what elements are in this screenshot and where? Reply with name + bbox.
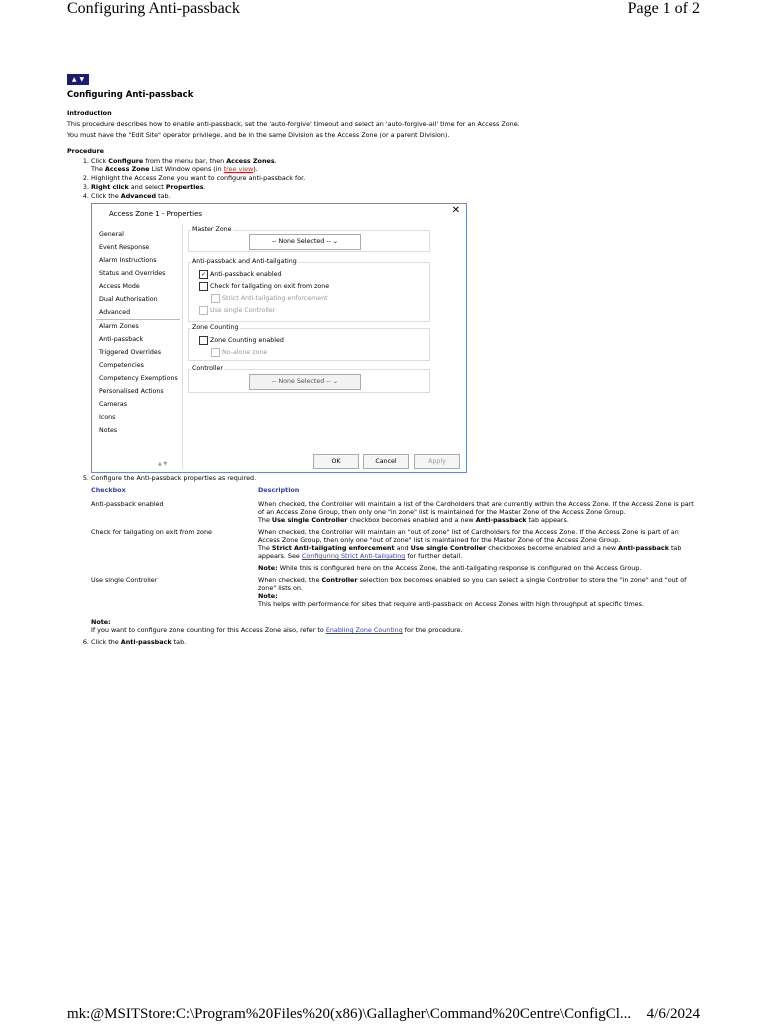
procedure-steps: Click Configure from the menu bar, then … <box>67 157 701 482</box>
zone-counting-note: Note: If you want to configure zone coun… <box>91 618 463 634</box>
anti-passback-group: Anti-passback and Anti-tailgating ✓ Anti-… <box>188 258 430 322</box>
cancel-button[interactable]: Cancel <box>363 454 409 469</box>
property-page-item[interactable]: Triggered Overrides <box>96 346 180 359</box>
table-header: Checkbox <box>91 486 126 494</box>
property-page-item[interactable]: Competencies <box>96 359 180 372</box>
page-header-title: Configuring Anti-passback <box>67 0 240 17</box>
footer-date: 4/6/2024 <box>646 1006 700 1022</box>
property-page-list: General Event Response Alarm Instructions S… <box>96 228 180 468</box>
list-scroll-icon[interactable]: ▲ ▼ <box>158 460 167 468</box>
table-header: Description <box>258 486 300 494</box>
apply-button[interactable]: Apply <box>414 454 460 469</box>
check-tailgating-checkbox[interactable]: Check for tailgating on exit from zone <box>199 282 329 291</box>
use-single-controller-checkbox[interactable]: Use single Controller <box>199 306 275 315</box>
checkmark-icon: ✓ <box>199 270 208 279</box>
step-1: Click Configure from the menu bar, then … <box>91 157 701 173</box>
dialog-title: Access Zone 1 - Properties <box>109 210 203 218</box>
property-page-item[interactable]: Anti-passback <box>96 333 180 346</box>
checkbox-table: Checkbox Description Anti-passback enabl… <box>91 486 701 612</box>
procedure-heading: Procedure <box>67 147 104 155</box>
property-page-item[interactable]: Notes <box>96 424 180 437</box>
property-page-item[interactable]: Alarm Instructions <box>96 254 180 267</box>
topic-nav-buttons[interactable]: ▲ ▼ <box>67 74 89 85</box>
tree-view-link[interactable]: tree view <box>224 165 254 173</box>
footer-path: mk:@MSITStore:C:\Program%20Files%20(x86)… <box>67 1006 632 1022</box>
intro-paragraph: This procedure describes how to enable a… <box>67 120 520 128</box>
property-page-item[interactable]: Competency Exemptions <box>96 372 180 385</box>
anti-passback-enabled-checkbox[interactable]: ✓ Anti-passback enabled <box>199 270 282 279</box>
master-zone-select[interactable]: -- None Selected -- ⌄ <box>249 234 361 250</box>
zone-counting-group: Zone Counting Zone Counting enabled No-a… <box>188 324 430 361</box>
zone-counting-enabled-checkbox[interactable]: Zone Counting enabled <box>199 336 284 345</box>
step-3: Right click and select Properties. <box>91 183 701 191</box>
procedure-steps-continued: Click the Anti-passback tab. <box>67 638 701 646</box>
property-page-item[interactable]: Cameras <box>96 398 180 411</box>
document-body: ▲ ▼ Configuring Anti-passback Introducti… <box>67 74 701 647</box>
nav-up-icon[interactable]: ▲ <box>72 76 77 84</box>
table-row: Check for tailgating on exit from zone W… <box>91 528 682 572</box>
access-zone-properties-dialog: Access Zone 1 - Properties ✕ General Even… <box>91 203 467 473</box>
property-page-item[interactable]: Personalised Actions <box>96 385 180 398</box>
master-zone-group: Master Zone -- None Selected -- ⌄ <box>188 226 430 252</box>
step-6: Click the Anti-passback tab. <box>91 638 701 646</box>
step-4: Click the Advanced tab. Access Zone 1 - … <box>91 192 701 473</box>
property-page-item[interactable]: Alarm Zones <box>96 320 180 333</box>
property-page-item[interactable]: Dual Authorisation <box>96 293 180 306</box>
ok-button[interactable]: OK <box>313 454 359 469</box>
close-icon[interactable]: ✕ <box>452 206 460 216</box>
topic-title: Configuring Anti-passback <box>67 90 194 100</box>
property-page-item[interactable]: Icons <box>96 411 180 424</box>
property-page-item[interactable]: General <box>96 228 180 241</box>
property-page-item[interactable]: Event Response <box>96 241 180 254</box>
property-page-item[interactable]: Status and Overrides <box>96 267 180 280</box>
nav-down-icon[interactable]: ▼ <box>80 76 85 84</box>
enabling-zone-counting-link[interactable]: Enabling Zone Counting <box>326 626 403 634</box>
table-row: Anti-passback enabled When checked, the … <box>91 500 694 524</box>
controller-group: Controller -- None Selected -- ⌄ <box>188 365 430 393</box>
strict-anti-tailgating-link[interactable]: Configuring Strict Anti-tailgating <box>302 552 405 560</box>
step-2: Highlight the Access Zone you want to co… <box>91 174 701 182</box>
step-5: Configure the Anti-passback properties a… <box>91 474 701 482</box>
property-page-item[interactable]: Advanced <box>96 306 180 320</box>
introduction-heading: Introduction <box>67 109 112 117</box>
no-alone-zone-checkbox[interactable]: No-alone zone <box>211 348 267 357</box>
strict-anti-tailgating-checkbox[interactable]: Strict Anti-tailgating enforcement <box>211 294 328 303</box>
table-row: Use single Controller When checked, the … <box>91 576 687 608</box>
privilege-paragraph: You must have the "Edit Site" operator p… <box>67 131 450 139</box>
page-number: Page 1 of 2 <box>627 0 700 17</box>
divider <box>182 224 183 469</box>
property-page-item[interactable]: Access Mode <box>96 280 180 293</box>
controller-select[interactable]: -- None Selected -- ⌄ <box>249 374 361 390</box>
